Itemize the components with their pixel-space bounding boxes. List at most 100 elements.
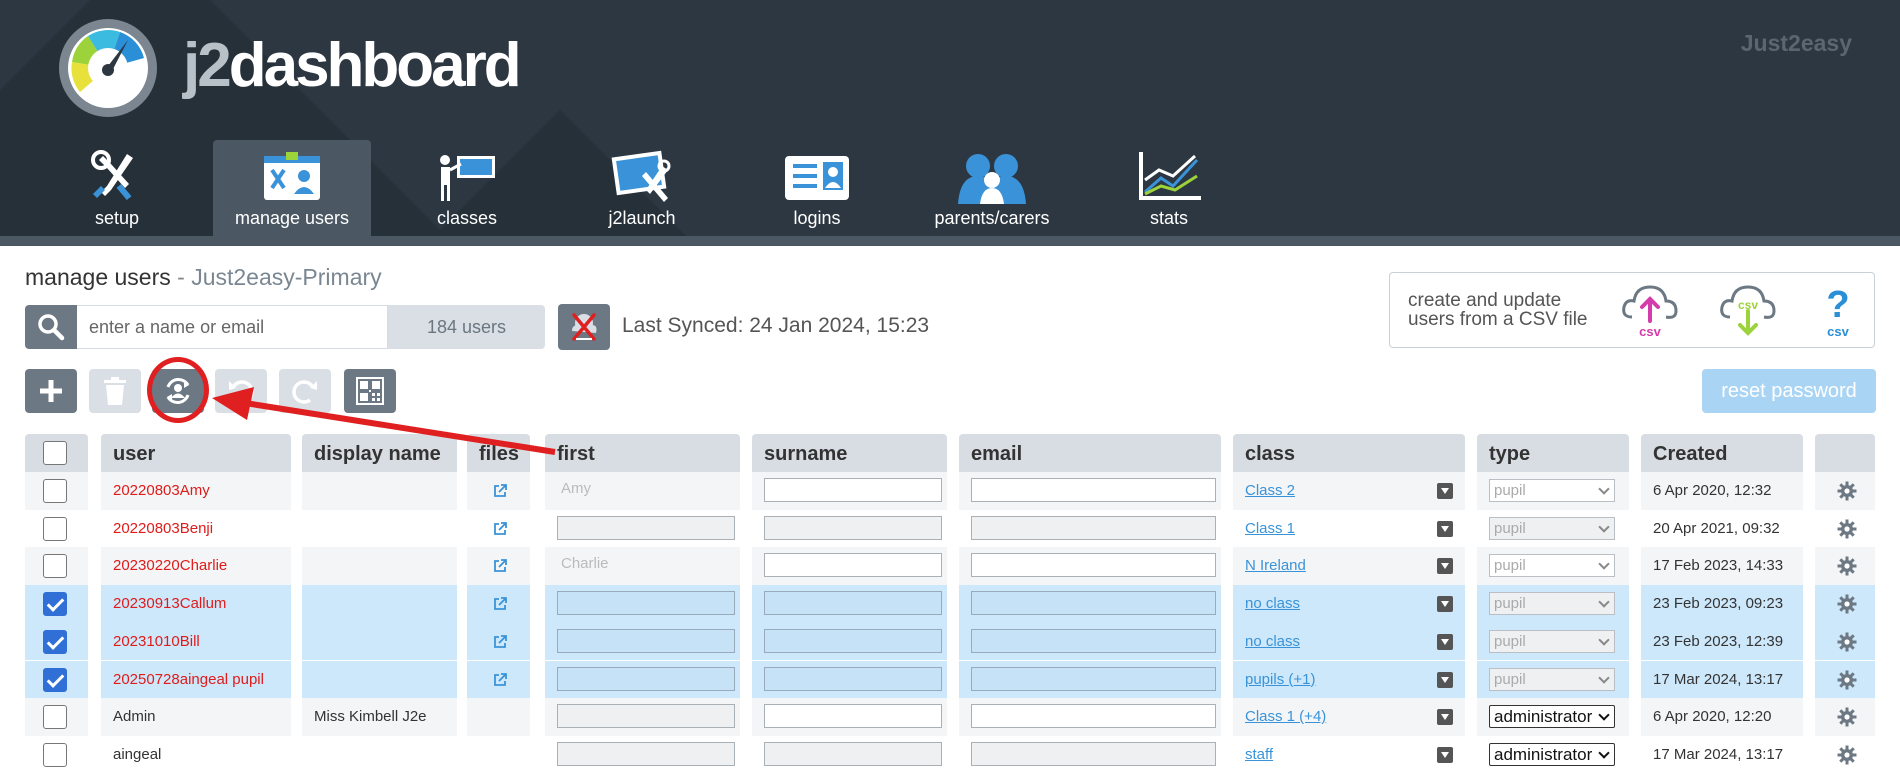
gear-icon[interactable] [1837,481,1857,501]
username-cell[interactable]: aingeal [101,735,291,774]
first-name-input[interactable] [557,741,735,766]
email-input[interactable] [971,553,1216,578]
surname-input[interactable] [764,666,942,691]
nav-parents-carers[interactable]: parents/carers [913,140,1071,236]
search-button[interactable] [25,305,77,349]
row-checkbox[interactable] [43,554,67,579]
external-link-icon[interactable] [492,483,508,499]
table-row[interactable]: 20220803Amy Amy Class 2 pupil 6 Apr 2020, 12… [25,472,1875,510]
header-first[interactable]: first [545,434,740,472]
nav-j2launch[interactable]: j2launch [563,140,721,236]
type-select[interactable]: pupil [1489,554,1615,578]
surname-input[interactable] [764,741,942,766]
first-name-input[interactable] [557,591,735,616]
nav-logins[interactable]: logins [738,140,896,236]
surname-input[interactable] [764,515,942,540]
external-link-icon[interactable] [492,596,508,612]
table-row[interactable]: 20230913Callum no class pupil 23 Feb 2023, … [25,585,1875,623]
type-select[interactable]: pupil [1489,629,1615,653]
class-link[interactable]: Class 2 [1245,482,1295,499]
class-dropdown-icon[interactable] [1437,633,1453,650]
add-user-button[interactable] [25,369,77,413]
table-row[interactable]: Admin Miss Kimbell J2e Class 1 (+4) adminis… [25,698,1875,736]
header-type[interactable]: type [1477,434,1629,472]
type-select[interactable]: administrator [1489,705,1615,729]
email-input[interactable] [971,478,1216,502]
gear-icon[interactable] [1837,594,1857,614]
username-cell[interactable]: 20230220Charlie [101,547,291,586]
nav-classes[interactable]: classes [388,140,546,236]
type-select[interactable]: pupil [1489,516,1615,540]
table-row[interactable]: 20220803Benji Class 1 pupil 20 Apr 2021, 09… [25,509,1875,548]
header-email[interactable]: email [959,434,1221,472]
row-checkbox[interactable] [43,479,67,503]
nav-stats[interactable]: stats [1090,140,1248,236]
email-input[interactable] [971,666,1216,691]
surname-input[interactable] [764,628,942,653]
class-dropdown-icon[interactable] [1437,671,1453,688]
gear-icon[interactable] [1837,707,1857,727]
surname-input[interactable] [764,478,942,502]
gear-icon[interactable] [1837,632,1857,652]
surname-input[interactable] [764,553,942,578]
select-all-checkbox[interactable] [43,441,67,465]
table-row[interactable]: 20231010Bill no class pupil 23 Feb 2023, 12… [25,622,1875,661]
sync-status-button[interactable] [558,304,610,350]
class-link[interactable]: staff [1245,746,1273,763]
header-surname[interactable]: surname [752,434,947,472]
external-link-icon[interactable] [492,558,508,574]
row-checkbox[interactable] [43,592,67,617]
nav-setup[interactable]: setup [38,140,196,236]
delete-user-button[interactable] [89,369,141,413]
class-link[interactable]: N Ireland [1245,557,1306,574]
row-checkbox[interactable] [43,629,67,654]
email-input[interactable] [971,591,1216,616]
csv-download-icon[interactable]: csv [1720,281,1776,339]
class-dropdown-icon[interactable] [1437,746,1453,763]
class-dropdown-icon[interactable] [1437,596,1453,613]
type-select[interactable]: pupil [1489,592,1615,616]
class-dropdown-icon[interactable] [1437,483,1453,499]
redo-button[interactable] [279,369,331,413]
username-cell[interactable]: 20220803Benji [101,509,291,548]
class-link[interactable]: Class 1 [1245,520,1295,537]
type-select[interactable]: administrator [1489,742,1615,766]
nav-manage-users[interactable]: manage users [213,140,371,236]
type-select[interactable]: pupil [1489,479,1615,502]
class-dropdown-icon[interactable] [1437,558,1453,575]
undo-button[interactable] [215,369,267,413]
external-link-icon[interactable] [492,672,508,688]
first-name-input[interactable] [557,704,735,729]
gear-icon[interactable] [1837,556,1857,576]
class-link[interactable]: pupils (+1) [1245,671,1315,688]
surname-input[interactable] [764,704,942,729]
row-checkbox[interactable] [43,667,67,692]
csv-help-icon[interactable]: ? csv [1810,281,1866,339]
header-files[interactable]: files [467,434,530,472]
username-cell[interactable]: 20230913Callum [101,585,291,623]
header-user[interactable]: user [101,434,291,472]
class-link[interactable]: no class [1245,633,1300,650]
header-display-name[interactable]: display name [302,434,457,472]
first-name-input[interactable] [557,515,735,540]
row-checkbox[interactable] [43,705,67,730]
external-link-icon[interactable] [492,634,508,650]
qr-code-button[interactable] [344,369,396,413]
first-name-input[interactable] [557,666,735,691]
table-row[interactable]: 20250728aingeal pupil pupils (+1) pupil 17 … [25,660,1875,699]
reset-password-button[interactable]: reset password [1702,369,1876,413]
row-checkbox[interactable] [43,742,67,767]
email-input[interactable] [971,704,1216,729]
class-dropdown-icon[interactable] [1437,709,1453,726]
gear-icon[interactable] [1837,745,1857,765]
username-cell[interactable]: 20231010Bill [101,622,291,661]
email-input[interactable] [971,741,1216,766]
email-input[interactable] [971,515,1216,540]
type-select[interactable]: pupil [1489,667,1615,691]
external-link-icon[interactable] [492,521,508,537]
email-input[interactable] [971,628,1216,653]
header-class[interactable]: class [1233,434,1465,472]
gear-icon[interactable] [1837,670,1857,690]
class-link[interactable]: Class 1 (+4) [1245,708,1326,725]
username-cell[interactable]: 20250728aingeal pupil [101,660,291,699]
